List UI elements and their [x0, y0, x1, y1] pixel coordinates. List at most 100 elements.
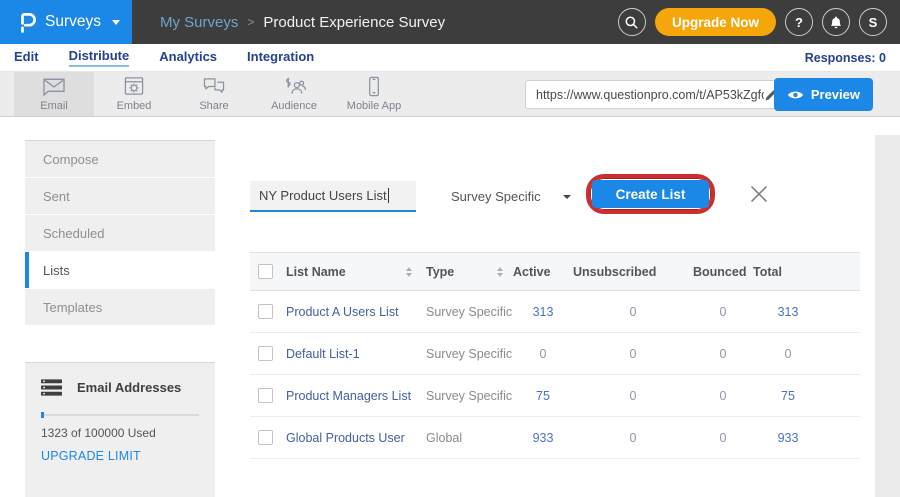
- list-type-selected-value: Survey Specific: [451, 189, 541, 204]
- unsubscribed-count: 0: [573, 417, 693, 459]
- active-count[interactable]: 313: [513, 291, 573, 333]
- list-name-link[interactable]: Product Managers List: [286, 375, 426, 417]
- right-gutter: [875, 135, 900, 497]
- row-checkbox[interactable]: [258, 430, 273, 445]
- breadcrumb-separator: >: [247, 15, 254, 29]
- table-header-row: List Name Type Active Unsubscribed Bounc…: [250, 253, 860, 291]
- breadcrumb: My Surveys > Product Experience Survey: [160, 14, 445, 31]
- list-server-icon: [41, 379, 62, 396]
- audience-icon: [281, 76, 307, 97]
- list-type: Global: [426, 417, 513, 459]
- survey-url-field[interactable]: https://www.questionpro.com/t/AP53kZgfo: [525, 80, 787, 109]
- list-name-input-value: NY Product Users List: [259, 188, 387, 203]
- list-name-input[interactable]: NY Product Users List: [250, 181, 416, 212]
- header-actions: Upgrade Now ? S: [618, 8, 900, 36]
- avatar[interactable]: S: [859, 8, 887, 36]
- usage-progress-value: [41, 412, 44, 418]
- row-checkbox[interactable]: [258, 388, 273, 403]
- email-lists-table: List Name Type Active Unsubscribed Bounc…: [250, 252, 860, 459]
- active-count[interactable]: 75: [513, 375, 573, 417]
- toolbar-tab-mobile-app-label: Mobile App: [347, 100, 401, 112]
- toolbar-tab-email[interactable]: Email: [14, 72, 94, 116]
- unsubscribed-count: 0: [573, 375, 693, 417]
- embed-icon: [121, 76, 147, 97]
- total-count: 0: [753, 333, 823, 375]
- select-all-checkbox[interactable]: [258, 264, 273, 279]
- toolbar-tab-email-label: Email: [40, 100, 68, 112]
- email-icon: [41, 76, 67, 97]
- list-name-link[interactable]: Product A Users List: [286, 291, 426, 333]
- sort-icon-type[interactable]: [497, 267, 503, 277]
- active-count[interactable]: 933: [513, 417, 573, 459]
- tab-integration[interactable]: Integration: [247, 49, 314, 66]
- list-type-select[interactable]: Survey Specific: [451, 181, 571, 212]
- search-button[interactable]: [618, 8, 646, 36]
- sidebar-item-templates[interactable]: Templates: [25, 289, 215, 325]
- total-count[interactable]: 313: [753, 291, 823, 333]
- table-row: Product A Users List Survey Specific 313…: [250, 291, 860, 333]
- unsubscribed-count: 0: [573, 333, 693, 375]
- list-name-link[interactable]: Default List-1: [286, 333, 426, 375]
- table-row: Product Managers List Survey Specific 75…: [250, 375, 860, 417]
- total-count[interactable]: 933: [753, 417, 823, 459]
- bounced-count: 0: [693, 333, 753, 375]
- sidebar-item-compose[interactable]: Compose: [25, 141, 215, 177]
- email-addresses-header: Email Addresses: [41, 379, 199, 396]
- toolbar-tab-audience[interactable]: Audience: [254, 72, 334, 116]
- avatar-initial: S: [869, 15, 878, 30]
- product-name: Surveys: [45, 13, 101, 31]
- create-list-button[interactable]: Create List: [592, 180, 709, 208]
- help-button[interactable]: ?: [785, 8, 813, 36]
- column-list-name: List Name: [286, 265, 346, 279]
- eye-icon: [787, 89, 804, 101]
- questionpro-logo: [18, 10, 36, 35]
- row-checkbox[interactable]: [258, 304, 273, 319]
- preview-button-label: Preview: [811, 87, 860, 102]
- close-icon[interactable]: [750, 185, 768, 203]
- column-active: Active: [513, 253, 573, 291]
- bounced-count: 0: [693, 291, 753, 333]
- sidebar-item-sent[interactable]: Sent: [25, 178, 215, 214]
- bounced-count: 0: [693, 375, 753, 417]
- survey-nav: Edit Distribute Analytics Integration Re…: [0, 44, 900, 72]
- toolbar-tab-share[interactable]: Share: [174, 72, 254, 116]
- highlight-annotation-ring: Create List: [586, 174, 715, 214]
- top-header: Surveys My Surveys > Product Experience …: [0, 0, 900, 44]
- lists-content: NY Product Users List Survey Specific Cr…: [228, 140, 875, 497]
- column-unsubscribed: Unsubscribed: [573, 253, 693, 291]
- row-checkbox[interactable]: [258, 346, 273, 361]
- surveys-dropdown-caret-icon: [112, 20, 120, 25]
- search-icon: [624, 15, 639, 30]
- distribute-toolbar: Email Embed Share Audience: [0, 72, 900, 117]
- usage-progress-bar: [41, 414, 199, 416]
- tab-distribute[interactable]: Distribute: [69, 48, 130, 67]
- sort-icon-list-name[interactable]: [406, 267, 412, 277]
- tab-analytics[interactable]: Analytics: [159, 49, 217, 66]
- list-name-link[interactable]: Global Products User: [286, 417, 426, 459]
- toolbar-tab-audience-label: Audience: [271, 100, 317, 112]
- list-type: Survey Specific: [426, 375, 513, 417]
- responses-count: Responses: 0: [805, 51, 886, 65]
- toolbar-tab-mobile-app[interactable]: Mobile App: [334, 72, 414, 116]
- notifications-button[interactable]: [822, 8, 850, 36]
- breadcrumb-my-surveys-link[interactable]: My Surveys: [160, 14, 238, 31]
- list-type: Survey Specific: [426, 333, 513, 375]
- sidebar-item-lists[interactable]: Lists: [25, 252, 215, 288]
- sidebar-item-scheduled[interactable]: Scheduled: [25, 215, 215, 251]
- toolbar-tab-embed[interactable]: Embed: [94, 72, 174, 116]
- upgrade-now-button[interactable]: Upgrade Now: [655, 8, 776, 36]
- toolbar-tab-embed-label: Embed: [117, 100, 152, 112]
- upgrade-limit-link[interactable]: UPGRADE LIMIT: [41, 449, 199, 463]
- bell-icon: [829, 15, 843, 30]
- surveys-product-dropdown[interactable]: Surveys: [0, 0, 132, 44]
- list-type: Survey Specific: [426, 291, 513, 333]
- usage-text: 1323 of 100000 Used: [41, 426, 199, 440]
- column-type: Type: [426, 265, 454, 279]
- email-addresses-title: Email Addresses: [77, 380, 181, 395]
- preview-button[interactable]: Preview: [774, 78, 873, 111]
- total-count[interactable]: 75: [753, 375, 823, 417]
- breadcrumb-current-survey: Product Experience Survey: [263, 14, 445, 31]
- tab-edit[interactable]: Edit: [14, 49, 39, 66]
- unsubscribed-count: 0: [573, 291, 693, 333]
- column-total: Total: [753, 253, 823, 291]
